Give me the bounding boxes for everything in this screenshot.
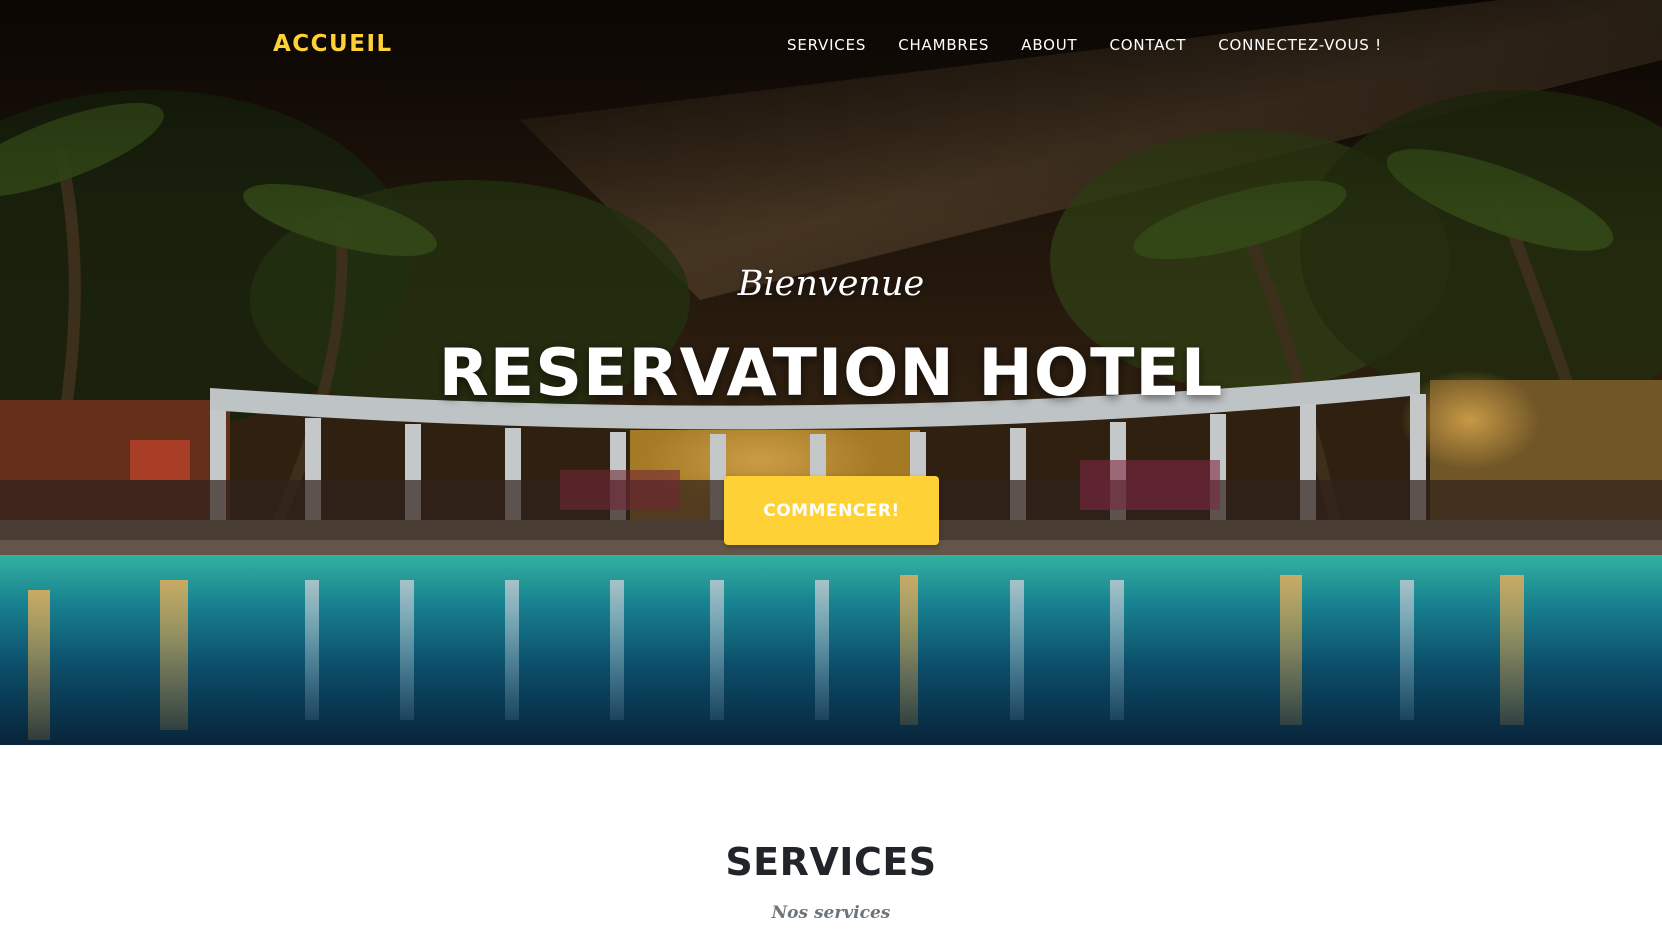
main-navbar: ACCUEIL SERVICES CHAMBRES ABOUT CONTACT … <box>0 0 1662 92</box>
start-button[interactable]: COMMENCER! <box>724 476 939 545</box>
hero-section: ACCUEIL SERVICES CHAMBRES ABOUT CONTACT … <box>0 0 1662 745</box>
services-subheading: Nos services <box>771 903 891 923</box>
hero-subheading: Bienvenue <box>737 264 925 304</box>
services-section: SERVICES Nos services <box>0 745 1662 935</box>
nav-link-about[interactable]: ABOUT <box>1021 36 1077 54</box>
nav-links: SERVICES CHAMBRES ABOUT CONTACT CONNECTE… <box>755 36 1382 54</box>
nav-link-chambres[interactable]: CHAMBRES <box>898 36 989 54</box>
nav-link-login[interactable]: CONNECTEZ-VOUS ! <box>1218 36 1382 54</box>
hero-heading: RESERVATION HOTEL <box>438 336 1224 411</box>
nav-link-services[interactable]: SERVICES <box>787 36 866 54</box>
brand-logo-link[interactable]: ACCUEIL <box>273 31 393 57</box>
nav-link-contact[interactable]: CONTACT <box>1110 36 1187 54</box>
services-heading: SERVICES <box>725 840 937 884</box>
